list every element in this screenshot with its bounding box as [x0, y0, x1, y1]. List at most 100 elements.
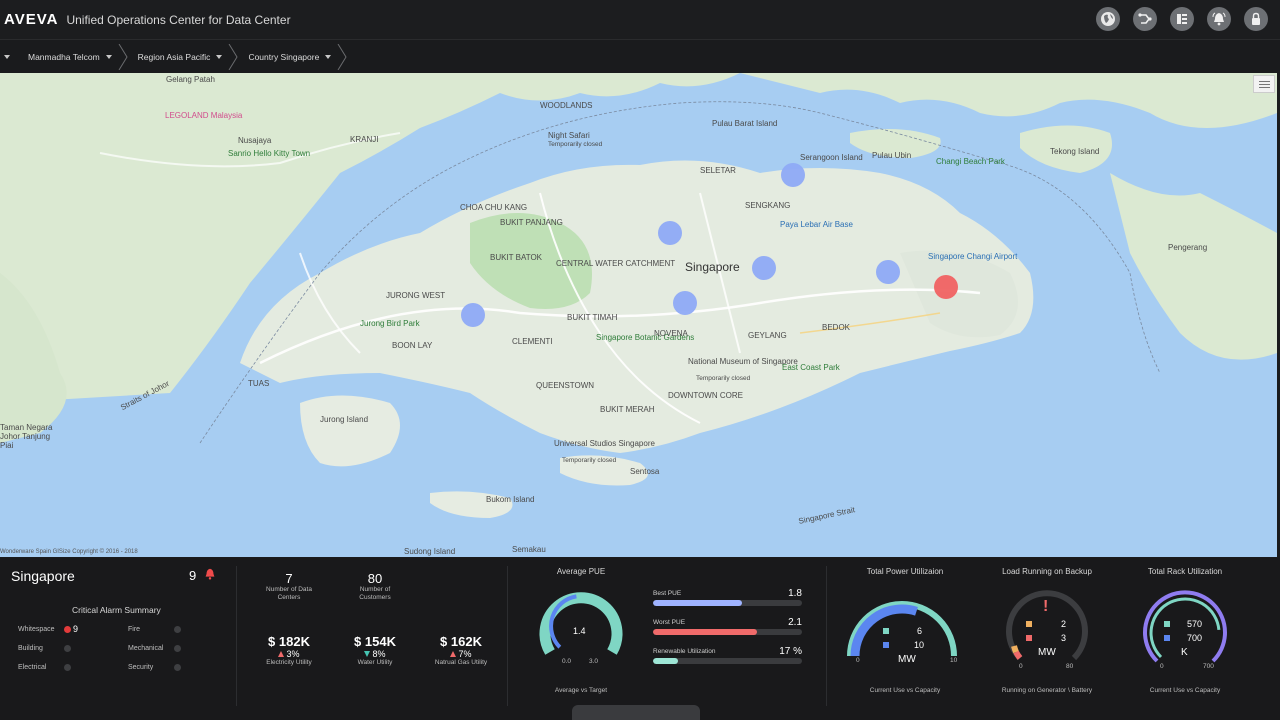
data-center-marker-alarm[interactable]	[934, 275, 958, 299]
location-title: Singapore	[11, 568, 75, 584]
bar-value: 1.8	[788, 588, 802, 599]
breadcrumb-label: Country Singapore	[248, 51, 320, 62]
map-label: Sanrio Hello Kitty Town	[228, 149, 311, 158]
alarm-bell-icon[interactable]	[1207, 7, 1231, 31]
utility-label: Electricity Utility	[266, 659, 312, 666]
globe-icon[interactable]	[1096, 7, 1120, 31]
warning-icon: !	[1043, 598, 1049, 615]
power-subtitle: Current Use vs Capacity	[869, 687, 941, 694]
map-label: CLEMENTI	[512, 337, 553, 346]
map-label: Bukom Island	[486, 495, 535, 504]
chevron-down-icon[interactable]	[216, 54, 223, 59]
map-label: Taman Negara Johor Tanjung Piai	[0, 423, 53, 450]
bar-label: Best PUE	[653, 590, 682, 597]
map-label: Pengerang	[1168, 243, 1208, 252]
breadcrumb-item-region[interactable]: Region Asia Pacific	[128, 43, 239, 70]
rack-title: Total Rack Utilization	[1147, 567, 1223, 576]
map-label: QUEENSTOWN	[536, 381, 595, 390]
bar-value: 17 %	[779, 646, 802, 657]
backup-subtitle: Running on Generator \ Battery	[1001, 687, 1093, 694]
water-utility: $ 154K 8% Water Utility	[340, 634, 410, 667]
chevron-down-icon[interactable]	[105, 54, 112, 59]
utility-label: Water Utility	[357, 659, 393, 666]
map-menu-button[interactable]	[1253, 75, 1275, 93]
alarm-status-dot	[174, 645, 181, 652]
header-toolbar	[1096, 7, 1268, 31]
map-label: BUKIT MERAH	[600, 405, 655, 414]
alarm-category-label: Building	[18, 645, 43, 652]
chevron-down-icon[interactable]	[325, 54, 332, 59]
map-label: BOON LAY	[392, 341, 433, 350]
trend-up-icon	[278, 651, 285, 657]
data-center-marker[interactable]	[461, 303, 485, 327]
rack-max: 700	[1203, 663, 1214, 670]
alarm-status-dot	[64, 626, 71, 633]
map-label: LEGOLAND Malaysia	[165, 111, 243, 120]
map-label: CENTRAL WATER CATCHMENT	[556, 259, 676, 268]
map-label: Sudong Island	[404, 547, 456, 556]
alarm-status-dot	[64, 645, 71, 652]
backup-unit: MW	[1038, 647, 1056, 658]
utility-cost: $ 182K	[268, 634, 310, 649]
breadcrumb: Manmadha Telcom Region Asia Pacific Coun…	[0, 41, 1280, 72]
alarm-bell-icon[interactable]	[203, 567, 217, 581]
chevron-down-icon[interactable]	[4, 54, 10, 59]
map-label: Temporarily closed	[548, 141, 603, 148]
gas-utility: $ 162K 7% Natrual Gas Utility	[426, 634, 496, 667]
current-legend-swatch	[1164, 621, 1170, 627]
generator-legend-swatch	[1026, 621, 1032, 627]
map-label: DOWNTOWN CORE	[668, 391, 743, 400]
alarm-summary-heading: Critical Alarm Summary	[72, 605, 161, 615]
power-title: Total Power Utilizaion	[866, 567, 944, 576]
backup-max: 80	[1066, 663, 1074, 670]
alarm-category-label: Whitespace	[18, 626, 55, 633]
map-label: Temporarily closed	[696, 375, 751, 382]
map-label: Night Safari	[548, 131, 590, 140]
map-label: Temporarily closed	[562, 457, 617, 464]
breadcrumb-separator	[229, 43, 239, 70]
map-label: GEYLANG	[748, 331, 787, 340]
data-center-marker[interactable]	[673, 291, 697, 315]
breadcrumb-item-country[interactable]: Country Singapore	[238, 43, 347, 70]
renewable-bar	[653, 658, 802, 664]
alarm-status-dot	[174, 664, 181, 671]
data-center-marker[interactable]	[876, 260, 900, 284]
map-label: JURONG WEST	[386, 291, 446, 300]
alarm-category-label: Fire	[128, 626, 141, 633]
bar-fill	[653, 658, 679, 664]
stat-value: 7	[285, 571, 293, 586]
map-label: Singapore	[685, 260, 740, 274]
rack-capacity: 700	[1187, 633, 1203, 643]
panel-drag-handle[interactable]	[572, 705, 700, 720]
rack-gauge	[1143, 590, 1227, 663]
lock-icon[interactable]	[1244, 7, 1268, 31]
pue-value: 1.4	[573, 626, 586, 636]
map-label: KRANJI	[350, 135, 379, 144]
map-label: SENGKANG	[745, 201, 791, 210]
breadcrumb-item-company[interactable]: Manmadha Telcom	[18, 43, 128, 70]
stat-label: Number of Data Centers	[266, 586, 312, 601]
divider	[236, 566, 237, 706]
map-label: East Coast Park	[782, 363, 840, 372]
map-label: BUKIT PANJANG	[500, 218, 563, 227]
map-label: Tekong Island	[1050, 147, 1100, 156]
bar-fill	[653, 629, 758, 635]
best-pue-bar	[653, 600, 802, 606]
app-header: AVEVA Unified Operations Center for Data…	[0, 0, 1280, 40]
battery-legend-swatch	[1026, 635, 1032, 641]
data-center-marker[interactable]	[658, 221, 682, 245]
capacity-legend-swatch	[1164, 635, 1170, 641]
map-label: Semakau	[512, 545, 546, 554]
data-center-marker[interactable]	[752, 256, 776, 280]
route-icon[interactable]	[1133, 7, 1157, 31]
map-label: Pulau Barat Island	[712, 119, 778, 128]
map-label: Serangoon Island	[800, 153, 863, 162]
pue-max: 3.0	[589, 658, 599, 665]
singapore-map[interactable]: Gelang Patah LEGOLAND Malaysia Nusajaya …	[0, 73, 1277, 557]
utility-change: 8%	[372, 649, 386, 659]
app-title: Unified Operations Center for Data Cente…	[66, 12, 291, 27]
reports-icon[interactable]	[1170, 7, 1194, 31]
trend-up-icon	[450, 651, 457, 657]
alarm-category-label: Mechanical	[128, 645, 164, 652]
data-center-marker[interactable]	[781, 163, 805, 187]
